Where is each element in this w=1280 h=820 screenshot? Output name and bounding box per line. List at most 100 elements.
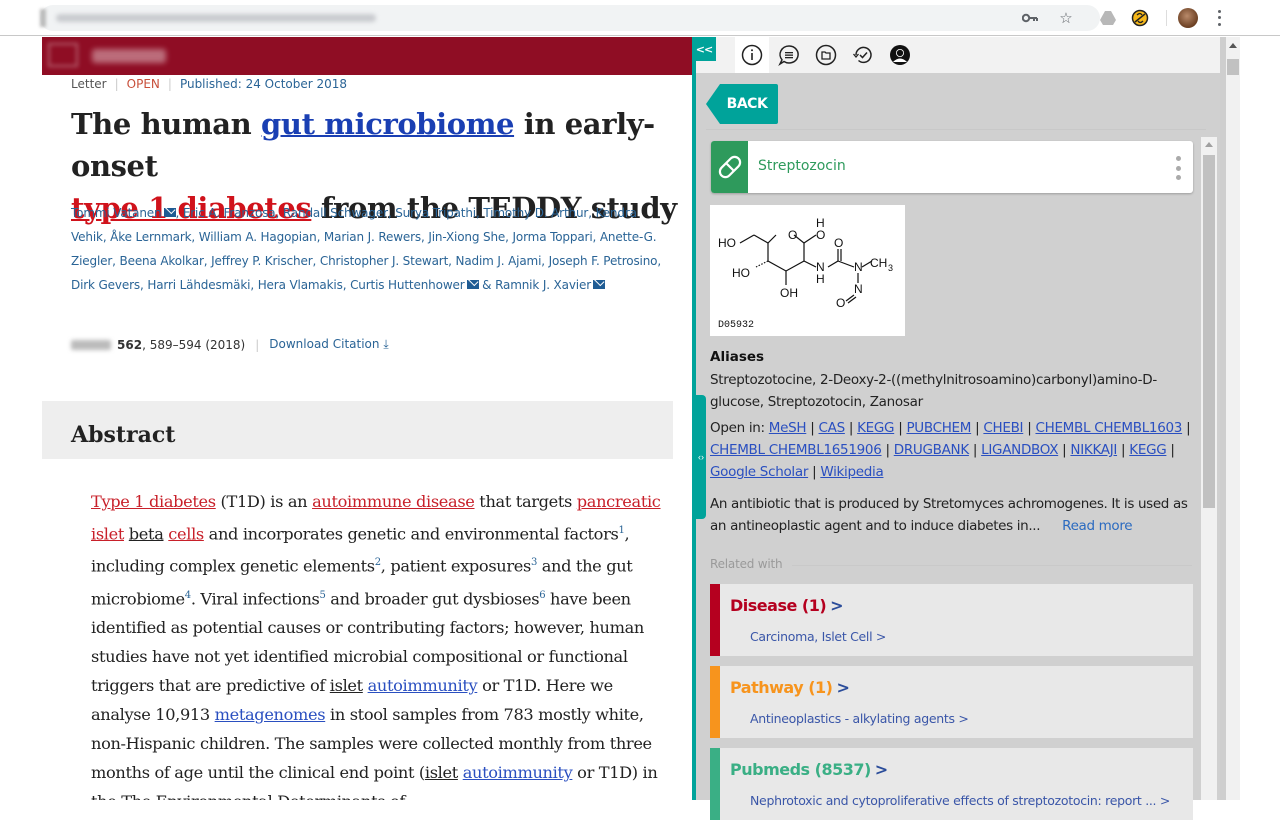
key-icon[interactable] (1020, 8, 1040, 28)
access-badge: OPEN (126, 77, 160, 91)
open-in-link[interactable]: KEGG (1129, 442, 1166, 458)
tab-profile[interactable] (883, 37, 917, 73)
related-card[interactable]: Pathway (1) > Antineoplastics - alkylating… (710, 666, 1193, 738)
author-link[interactable]: Ramnik J. Xavier (495, 278, 591, 292)
author-link[interactable]: Timothy D. Arthur (483, 206, 588, 220)
tab-info[interactable] (735, 37, 769, 73)
profile-avatar[interactable] (1178, 8, 1198, 28)
open-in-link[interactable]: LIGANDBOX (981, 442, 1058, 458)
more-options-icon[interactable] (1175, 156, 1181, 180)
author-link[interactable]: Beena Akolkar (120, 254, 204, 268)
author-link[interactable]: Tommi Vatanen (71, 206, 162, 220)
scrollbar-thumb[interactable] (1227, 59, 1239, 75)
author-link[interactable]: Hera Vlamakis (258, 278, 343, 292)
site-logo[interactable] (92, 49, 166, 63)
related-item-link[interactable]: Carcinoma, Islet Cell > (750, 629, 886, 644)
related-item-link[interactable]: Antineoplastics - alkylating agents > (750, 711, 969, 726)
link-cells[interactable]: cells (168, 524, 204, 543)
category-color-bar (710, 666, 720, 738)
category-color-bar (710, 748, 720, 820)
link-type-1-diabetes[interactable]: Type 1 diabetes (91, 492, 216, 511)
open-in-link[interactable]: CHEMBL CHEMBL1651906 (710, 442, 882, 458)
text: that targets (474, 492, 577, 511)
open-in-link[interactable]: NIKKAJI (1070, 442, 1117, 458)
email-icon[interactable] (163, 208, 176, 217)
related-category-link[interactable]: Pathway (1) > (730, 678, 850, 697)
star-icon[interactable]: ☆ (1056, 8, 1076, 28)
extension-icon[interactable] (1130, 8, 1150, 28)
scroll-up-arrow-icon[interactable] (1205, 142, 1213, 147)
collapse-panel-button[interactable]: << (692, 37, 716, 61)
svg-text:N: N (854, 260, 863, 274)
open-in-link[interactable]: Google Scholar (710, 464, 808, 480)
tab-comments[interactable] (772, 37, 806, 73)
link-autoimmunity[interactable]: autoimmunity (463, 763, 573, 782)
read-more-link[interactable]: Read more (1062, 518, 1132, 534)
open-in-links: Open in: MeSH | CAS | KEGG | PUBCHEM | C… (710, 420, 1191, 480)
journal-name (71, 339, 111, 350)
related-card[interactable]: Pubmeds (8537) > Nephrotoxic and cytoproli… (710, 748, 1193, 820)
related-heading: Related with (710, 557, 783, 571)
link-islet[interactable]: islet (425, 763, 458, 782)
drug-card[interactable]: Streptozocin (711, 141, 1193, 193)
link-beta[interactable]: beta (129, 524, 164, 543)
author-link[interactable]: Harri Lähdesmäki (147, 278, 250, 292)
aliases-heading: Aliases (710, 349, 765, 365)
scroll-up-arrow-icon[interactable] (1229, 43, 1237, 48)
svg-text:O: O (816, 228, 825, 242)
author-link[interactable]: Marian J. Rewers (324, 230, 421, 244)
author-link[interactable]: William A. Hagopian (199, 230, 317, 244)
author-link[interactable]: Åke Lernmark (110, 230, 191, 244)
open-in-link[interactable]: Wikipedia (820, 464, 883, 480)
link-metagenomes[interactable]: metagenomes (215, 705, 326, 724)
chevron-right-icon: > (874, 760, 888, 779)
related-category-link[interactable]: Disease (1) > (730, 596, 844, 615)
pill-icon (711, 141, 748, 193)
related-item-link[interactable]: Nephrotoxic and cytoproliferative effect… (750, 793, 1170, 808)
author-link[interactable]: Joseph F. Petrosino (549, 254, 658, 268)
tab-folder[interactable] (809, 37, 843, 73)
back-button[interactable]: BACK (706, 84, 778, 124)
open-in-link[interactable]: PUBCHEM (906, 420, 971, 436)
download-citation-label: Download Citation (269, 337, 380, 351)
title-link-gut-microbiome[interactable]: gut microbiome (261, 107, 514, 141)
author-link[interactable]: Nadim J. Ajami (456, 254, 542, 268)
author-link[interactable]: Jin-Xiong She (428, 230, 505, 244)
author-link[interactable]: Christopher J. Stewart (320, 254, 448, 268)
drive-icon[interactable] (1098, 8, 1118, 28)
link-autoimmune-disease[interactable]: autoimmune disease (312, 492, 475, 511)
svg-text:N: N (854, 282, 863, 296)
related-category-link[interactable]: Pubmeds (8537) > (730, 760, 888, 779)
open-in-link[interactable]: KEGG (857, 420, 894, 436)
svg-text:3: 3 (888, 263, 893, 273)
panel-tabs (696, 37, 1226, 73)
open-in-link[interactable]: MeSH (769, 420, 807, 436)
scrollbar-thumb[interactable] (1203, 155, 1215, 508)
open-in-link[interactable]: CHEBI (983, 420, 1023, 436)
author-link[interactable]: Eric A. Franzosa (183, 206, 276, 220)
author-link[interactable]: Dirk Gevers (71, 278, 140, 292)
panel-scrollbar[interactable] (1226, 43, 1240, 800)
site-header (42, 37, 692, 75)
author-link[interactable]: Jorma Toppari (513, 230, 593, 244)
email-icon[interactable] (466, 280, 479, 289)
resize-handle[interactable]: ‹› (696, 395, 706, 519)
content-scrollbar[interactable] (1201, 137, 1217, 800)
author-link[interactable]: Randall Schwager (283, 206, 388, 220)
menu-icon[interactable] (48, 43, 78, 67)
download-citation-link[interactable]: Download Citation ⤓ (269, 337, 388, 352)
author-link[interactable]: Curtis Huttenhower (350, 278, 465, 292)
email-icon[interactable] (592, 280, 605, 289)
open-in-link[interactable]: CHEMBL CHEMBL1603 (1035, 420, 1182, 436)
link-islet[interactable]: islet (330, 676, 363, 695)
author-link[interactable]: Jeffrey P. Krischer (211, 254, 313, 268)
link-autoimmunity[interactable]: autoimmunity (368, 676, 478, 695)
open-in-link[interactable]: CAS (819, 420, 846, 436)
related-card[interactable]: Disease (1) > Carcinoma, Islet Cell > (710, 584, 1193, 656)
menu-icon[interactable] (1214, 8, 1224, 28)
open-in-link[interactable]: DRUGBANK (894, 442, 969, 458)
open-in-label: Open in: (710, 420, 769, 436)
address-bar[interactable] (40, 5, 1100, 31)
tab-history[interactable] (846, 37, 880, 73)
author-link[interactable]: Surya Tripathi (395, 206, 476, 220)
